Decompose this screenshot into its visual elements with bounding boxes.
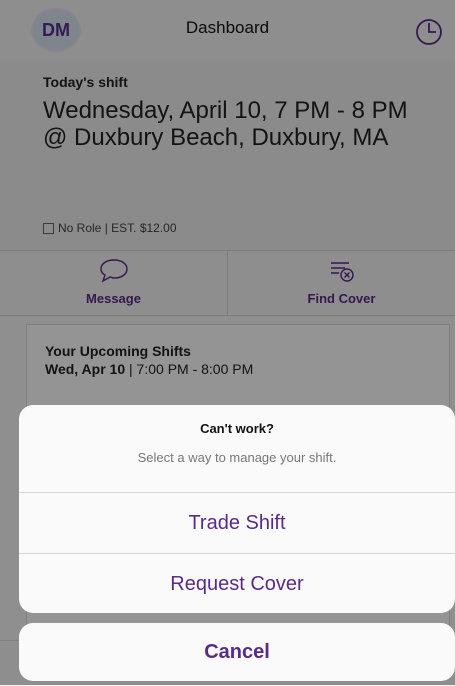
trade-shift-button[interactable]: Trade Shift (19, 492, 455, 553)
sheet-message: Select a way to manage your shift. (137, 450, 337, 465)
cancel-button[interactable]: Cancel (19, 623, 455, 681)
action-sheet: Can't work? Select a way to manage your … (19, 405, 455, 613)
sheet-title: Can't work? (200, 421, 274, 436)
request-cover-button[interactable]: Request Cover (19, 553, 455, 613)
